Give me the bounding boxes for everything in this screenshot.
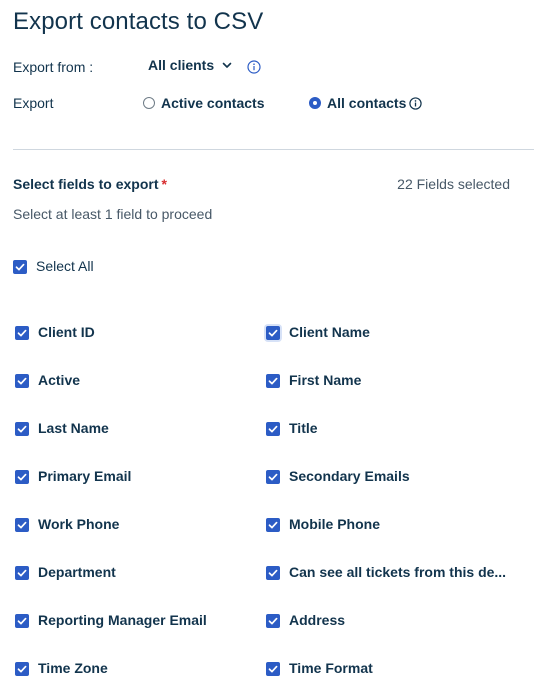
field-label: Title: [289, 420, 318, 436]
radio-circle: [143, 97, 155, 109]
field-label: Address: [289, 612, 346, 628]
checkmark-icon: [17, 329, 27, 337]
checkmark-icon: [268, 329, 278, 337]
field-label: Last Name: [38, 420, 109, 436]
select-all-checkbox[interactable]: [13, 260, 27, 274]
checkmark-icon: [17, 521, 27, 529]
fields-section-title: Select fields to export *: [13, 176, 167, 192]
select-all-label: Select All: [36, 258, 94, 274]
field-checkbox[interactable]: [266, 566, 280, 580]
checkmark-icon: [17, 665, 27, 673]
field-label: Can see all tickets from this de...: [289, 564, 507, 580]
radio-all-contacts[interactable]: All contacts: [309, 95, 406, 111]
divider: [13, 149, 534, 150]
radio-label: All contacts: [327, 95, 407, 111]
radio-label: Active contacts: [161, 95, 265, 111]
field-checkbox[interactable]: [15, 422, 29, 436]
checkmark-icon: [17, 377, 27, 385]
field-checkbox[interactable]: [15, 470, 29, 484]
field-checkbox[interactable]: [15, 662, 29, 676]
field-label: Work Phone: [38, 516, 120, 532]
field-label: Primary Email: [38, 468, 132, 484]
chevron-down-icon: [222, 62, 232, 68]
field-checkbox[interactable]: [15, 326, 29, 340]
checkmark-icon: [17, 617, 27, 625]
field-label: Mobile Phone: [289, 516, 380, 532]
checkmark-icon: [17, 569, 27, 577]
client-filter-value: All clients: [148, 57, 215, 73]
field-checkbox[interactable]: [15, 566, 29, 580]
selected-count: 22 Fields selected: [397, 176, 510, 192]
client-filter-dropdown[interactable]: All clients: [148, 57, 232, 73]
field-label: Department: [38, 564, 116, 580]
field-label: First Name: [289, 372, 362, 388]
page-title: Export contacts to CSV: [13, 8, 264, 35]
checkmark-icon: [268, 473, 278, 481]
radio-active-contacts[interactable]: Active contacts: [143, 95, 264, 111]
field-checkbox[interactable]: [266, 326, 280, 340]
field-checkbox[interactable]: [15, 518, 29, 532]
field-label: Client ID: [38, 324, 95, 340]
field-label: Active: [38, 372, 81, 388]
export-from-label: Export from :: [13, 59, 94, 75]
required-mark: *: [161, 176, 167, 192]
field-checkbox[interactable]: [266, 422, 280, 436]
field-checkbox[interactable]: [15, 614, 29, 628]
field-label: Secondary Emails: [289, 468, 410, 484]
field-checkbox[interactable]: [266, 614, 280, 628]
field-checkbox[interactable]: [266, 470, 280, 484]
fields-section-title-text: Select fields to export: [13, 176, 159, 192]
field-label: Time Format: [289, 660, 373, 676]
checkmark-icon: [268, 377, 278, 385]
info-icon[interactable]: [247, 60, 261, 74]
checkmark-icon: [268, 521, 278, 529]
radio-circle-selected: [309, 97, 321, 109]
checkmark-icon: [268, 617, 278, 625]
field-label: Reporting Manager Email: [38, 612, 207, 628]
checkmark-icon: [268, 665, 278, 673]
validation-hint: Select at least 1 field to proceed: [13, 206, 213, 222]
checkmark-icon: [17, 473, 27, 481]
field-checkbox[interactable]: [266, 662, 280, 676]
checkmark-icon: [17, 425, 27, 433]
checkmark-icon: [268, 425, 278, 433]
field-checkbox[interactable]: [266, 374, 280, 388]
field-label: Time Zone: [38, 660, 108, 676]
field-checkbox[interactable]: [15, 374, 29, 388]
field-checkbox[interactable]: [266, 518, 280, 532]
checkmark-icon: [15, 263, 25, 271]
export-label: Export: [13, 95, 54, 111]
checkmark-icon: [268, 569, 278, 577]
field-label: Client Name: [289, 324, 370, 340]
info-icon[interactable]: [409, 97, 422, 110]
